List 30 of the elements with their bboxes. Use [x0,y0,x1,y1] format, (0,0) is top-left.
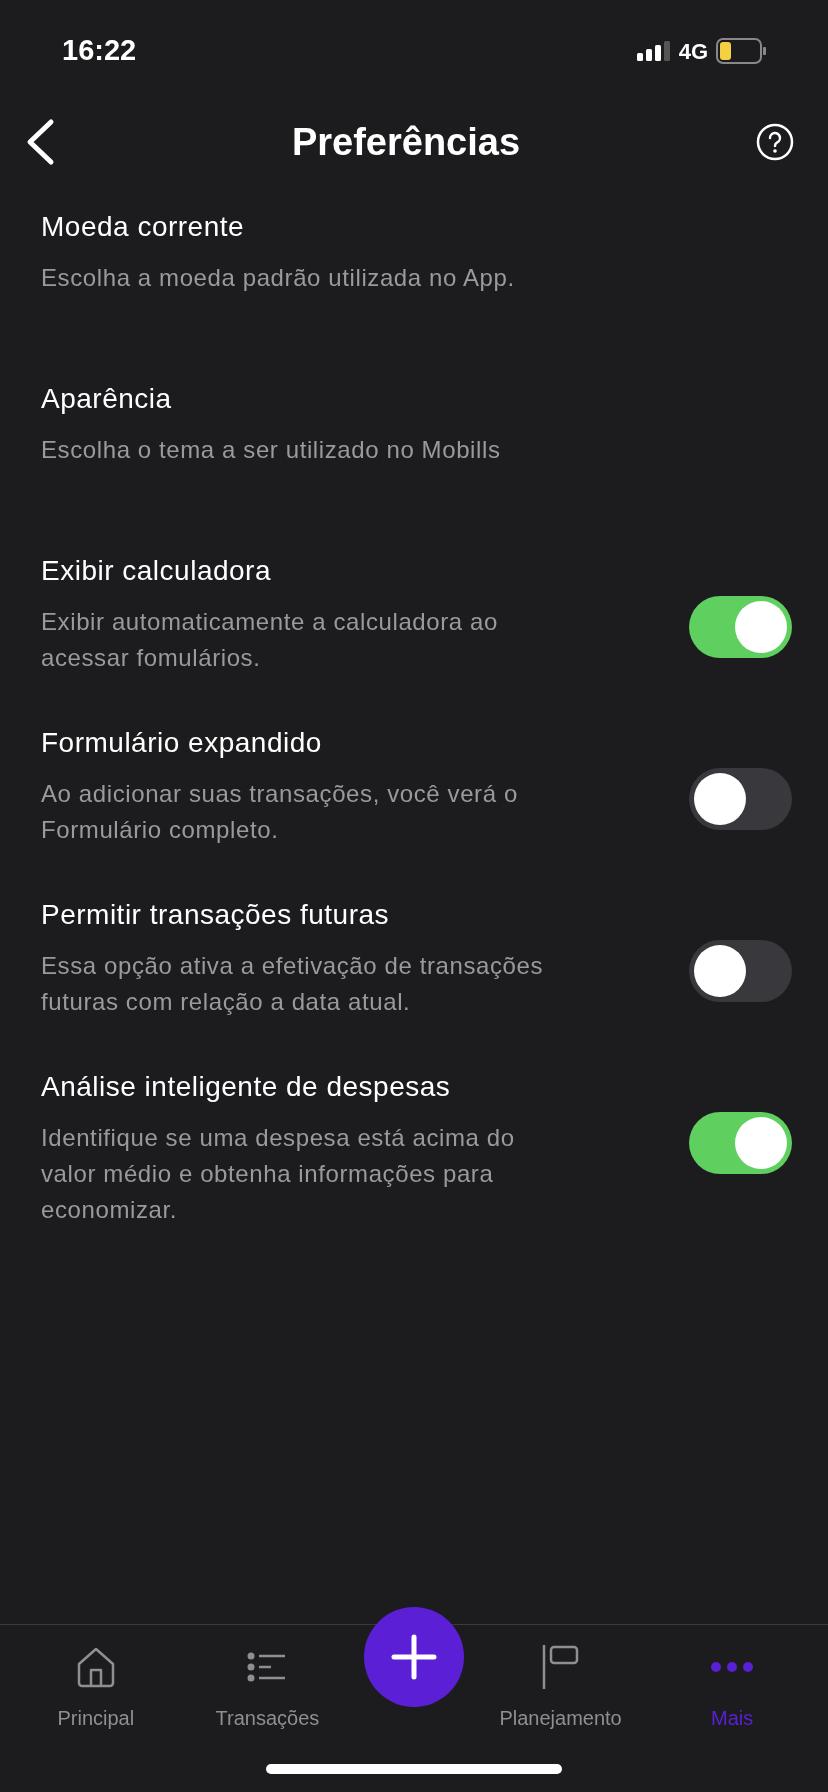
network-label: 4G [678,37,708,66]
settings-row[interactable]: Formulário expandido Ao adicionar suas transações, você verá o Formulário completo. [0,700,828,872]
setting-title: Permitir transações futuras [41,898,391,932]
more-icon [710,1661,755,1673]
tab-item[interactable]: Transações [192,1643,343,1733]
setting-description: Escolha a moeda padrão utilizada no App. [41,263,516,293]
setting-description: Essa opção ativa a efetivação de transações futuras com relação a data atual. [41,951,545,1017]
setting-title: Aparência [41,382,173,416]
settings-row[interactable]: Aparência Escolha o tema a ser utilizado no Mobills [0,356,828,528]
setting-title: Moeda corrente [41,210,246,244]
page-title: Preferências [291,119,521,165]
settings-row[interactable]: Moeda corrente Escolha a moeda padrão utilizada no App. [0,184,828,356]
signal-icon [636,40,671,62]
list-icon [247,1652,288,1682]
plus-icon [391,1634,437,1680]
status-time: 16:22 [62,33,137,69]
settings-row[interactable]: Permitir transações futuras Essa opção ativa a efetivação de transações futuras com relação a data atual. [0,872,828,1044]
setting-title: Análise inteligente de despesas [41,1070,452,1104]
setting-title: Exibir calculadora [41,554,272,588]
settings-row[interactable]: Exibir calculadora Exibir automaticamente a calculadora ao acessar fomulários. [0,528,828,700]
setting-title: Formulário expandido [41,726,323,760]
help-icon[interactable] [756,123,794,161]
setting-description: Ao adicionar suas transações, você verá o Formulário completo. [41,779,519,845]
home-icon [75,1646,116,1688]
flag-icon [541,1645,580,1689]
tab-item[interactable]: Principal [20,1643,171,1733]
setting-description: Exibir automaticamente a calculadora ao acessar fomulários. [41,607,499,673]
tab-item[interactable]: Planejamento [485,1643,636,1733]
battery-icon [716,38,766,64]
setting-description: Escolha o tema a ser utilizado no Mobills [41,435,502,465]
